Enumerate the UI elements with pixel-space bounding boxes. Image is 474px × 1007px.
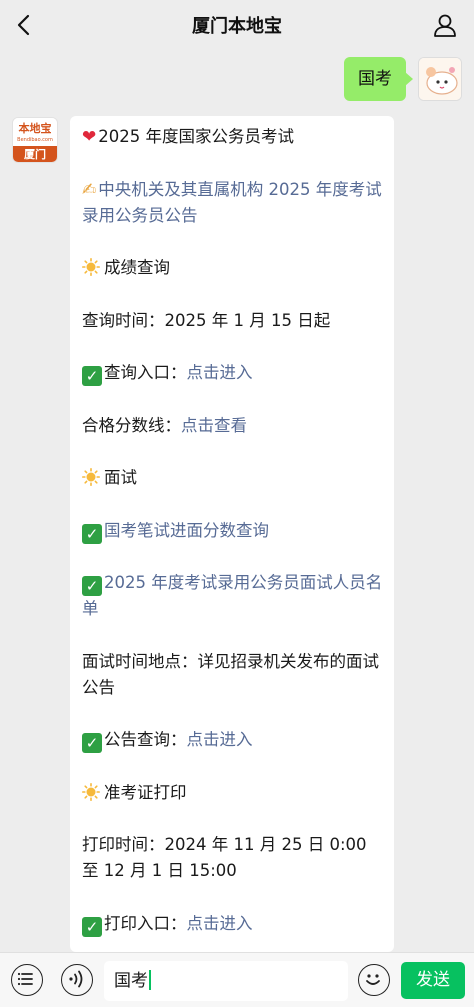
heart-icon: ❤ [82,127,97,147]
logo-city: 厦门 [13,146,57,162]
announcement-line[interactable]: ✍ 中央机关及其直属机构 2025 年度考试录用公务员公告 [82,177,384,229]
sun-icon [82,258,100,276]
print-entry-label: 打印入口： [104,913,187,933]
bot-avatar[interactable]: 本地宝 Bendibao.com 厦门 [12,117,58,163]
interview-score-line: ✓ 国考笔试进面分数查询 [82,518,384,544]
interview-score-link[interactable]: 国考笔试进面分数查询 [104,521,269,540]
send-button[interactable]: 发送 [401,962,465,999]
check-mark-icon: ✓ [82,733,102,753]
sun-icon [82,782,100,801]
check-mark-icon: ✓ [82,576,102,596]
interview-heading: 面试 [104,468,137,487]
menu-list-icon [18,973,34,986]
score-entry-line: ✓ 查询入口：点击进入 [82,360,384,386]
emoji-icon [366,974,381,986]
page-title: 厦门本地宝 [192,16,282,37]
message-input-value: 国考 [114,971,148,991]
sun-icon [82,468,100,486]
pass-line-line: 合格分数线：点击查看 [82,413,384,439]
user-profile-icon[interactable] [432,12,458,38]
voice-icon [69,970,83,988]
check-mark-icon: ✓ [82,916,102,937]
user-message-bubble[interactable]: 国考 [344,57,413,101]
score-heading-line: 成绩查询 [82,255,384,281]
emoji-button[interactable] [358,964,390,996]
notice-line: ✓ 公告查询：点击进入 [82,727,384,753]
score-entry-label: 查询入口： [104,363,187,382]
menu-list-button[interactable] [11,964,43,996]
interview-list-link[interactable]: 2025 年度考试录用公务员面试人员名单 [82,573,382,618]
pass-line-link[interactable]: 点击查看 [181,416,247,435]
ticket-heading: 准考证打印 [104,782,187,802]
interview-list-line: ✓ 2025 年度考试录用公务员面试人员名单 [82,570,384,622]
bot-logo: 本地宝 Bendibao.com [13,118,57,146]
writing-hand-icon: ✍ [82,179,97,200]
input-bar: 国考 发送 [0,952,474,1007]
score-entry-link[interactable]: 点击进入 [187,363,253,382]
ticket-heading-line: 准考证打印 [82,780,384,806]
interview-heading-line: 面试 [82,465,384,491]
announcement-link[interactable]: 中央机关及其直属机构 2025 年度考试录用公务员公告 [82,180,382,225]
voice-button[interactable] [61,964,93,996]
print-entry-line: ✓ 打印入口：点击进入 [82,911,384,937]
score-heading: 成绩查询 [104,258,170,277]
check-mark-icon: ✓ [82,366,102,386]
check-mark-icon: ✓ [82,523,102,544]
logo-text: 本地宝 [18,122,52,135]
text-caret [149,970,151,990]
notice-label: 公告查询： [104,730,187,749]
back-arrow-icon[interactable] [12,12,38,38]
exam-title: 2025 年度国家公务员考试 [98,127,294,146]
exam-title-line: ❤ 2025 年度国家公务员考试 [82,124,384,150]
cartoon-avatar-icon [419,58,461,100]
print-entry-link[interactable]: 点击进入 [187,914,253,933]
user-avatar[interactable] [418,57,462,101]
interview-place: 面试时间地点：详见招录机关发布的面试公告 [82,651,379,697]
notice-link[interactable]: 点击进入 [187,730,253,749]
top-bar: 厦门本地宝 [0,0,474,50]
print-time: 打印时间：2024 年 11 月 25 日 0:00 至 12 月 1 日 15… [82,835,367,880]
score-time: 查询时间：2025 年 1 月 15 日起 [82,310,331,330]
message-input[interactable]: 国考 [104,961,348,1001]
pass-line-label: 合格分数线： [82,415,181,435]
logo-subtext: Bendibao.com [17,137,53,143]
user-message: 国考 [344,57,462,101]
bot-message-bubble: ❤ 2025 年度国家公务员考试 ✍ 中央机关及其直属机构 2025 年度考试录用公… [70,116,394,952]
